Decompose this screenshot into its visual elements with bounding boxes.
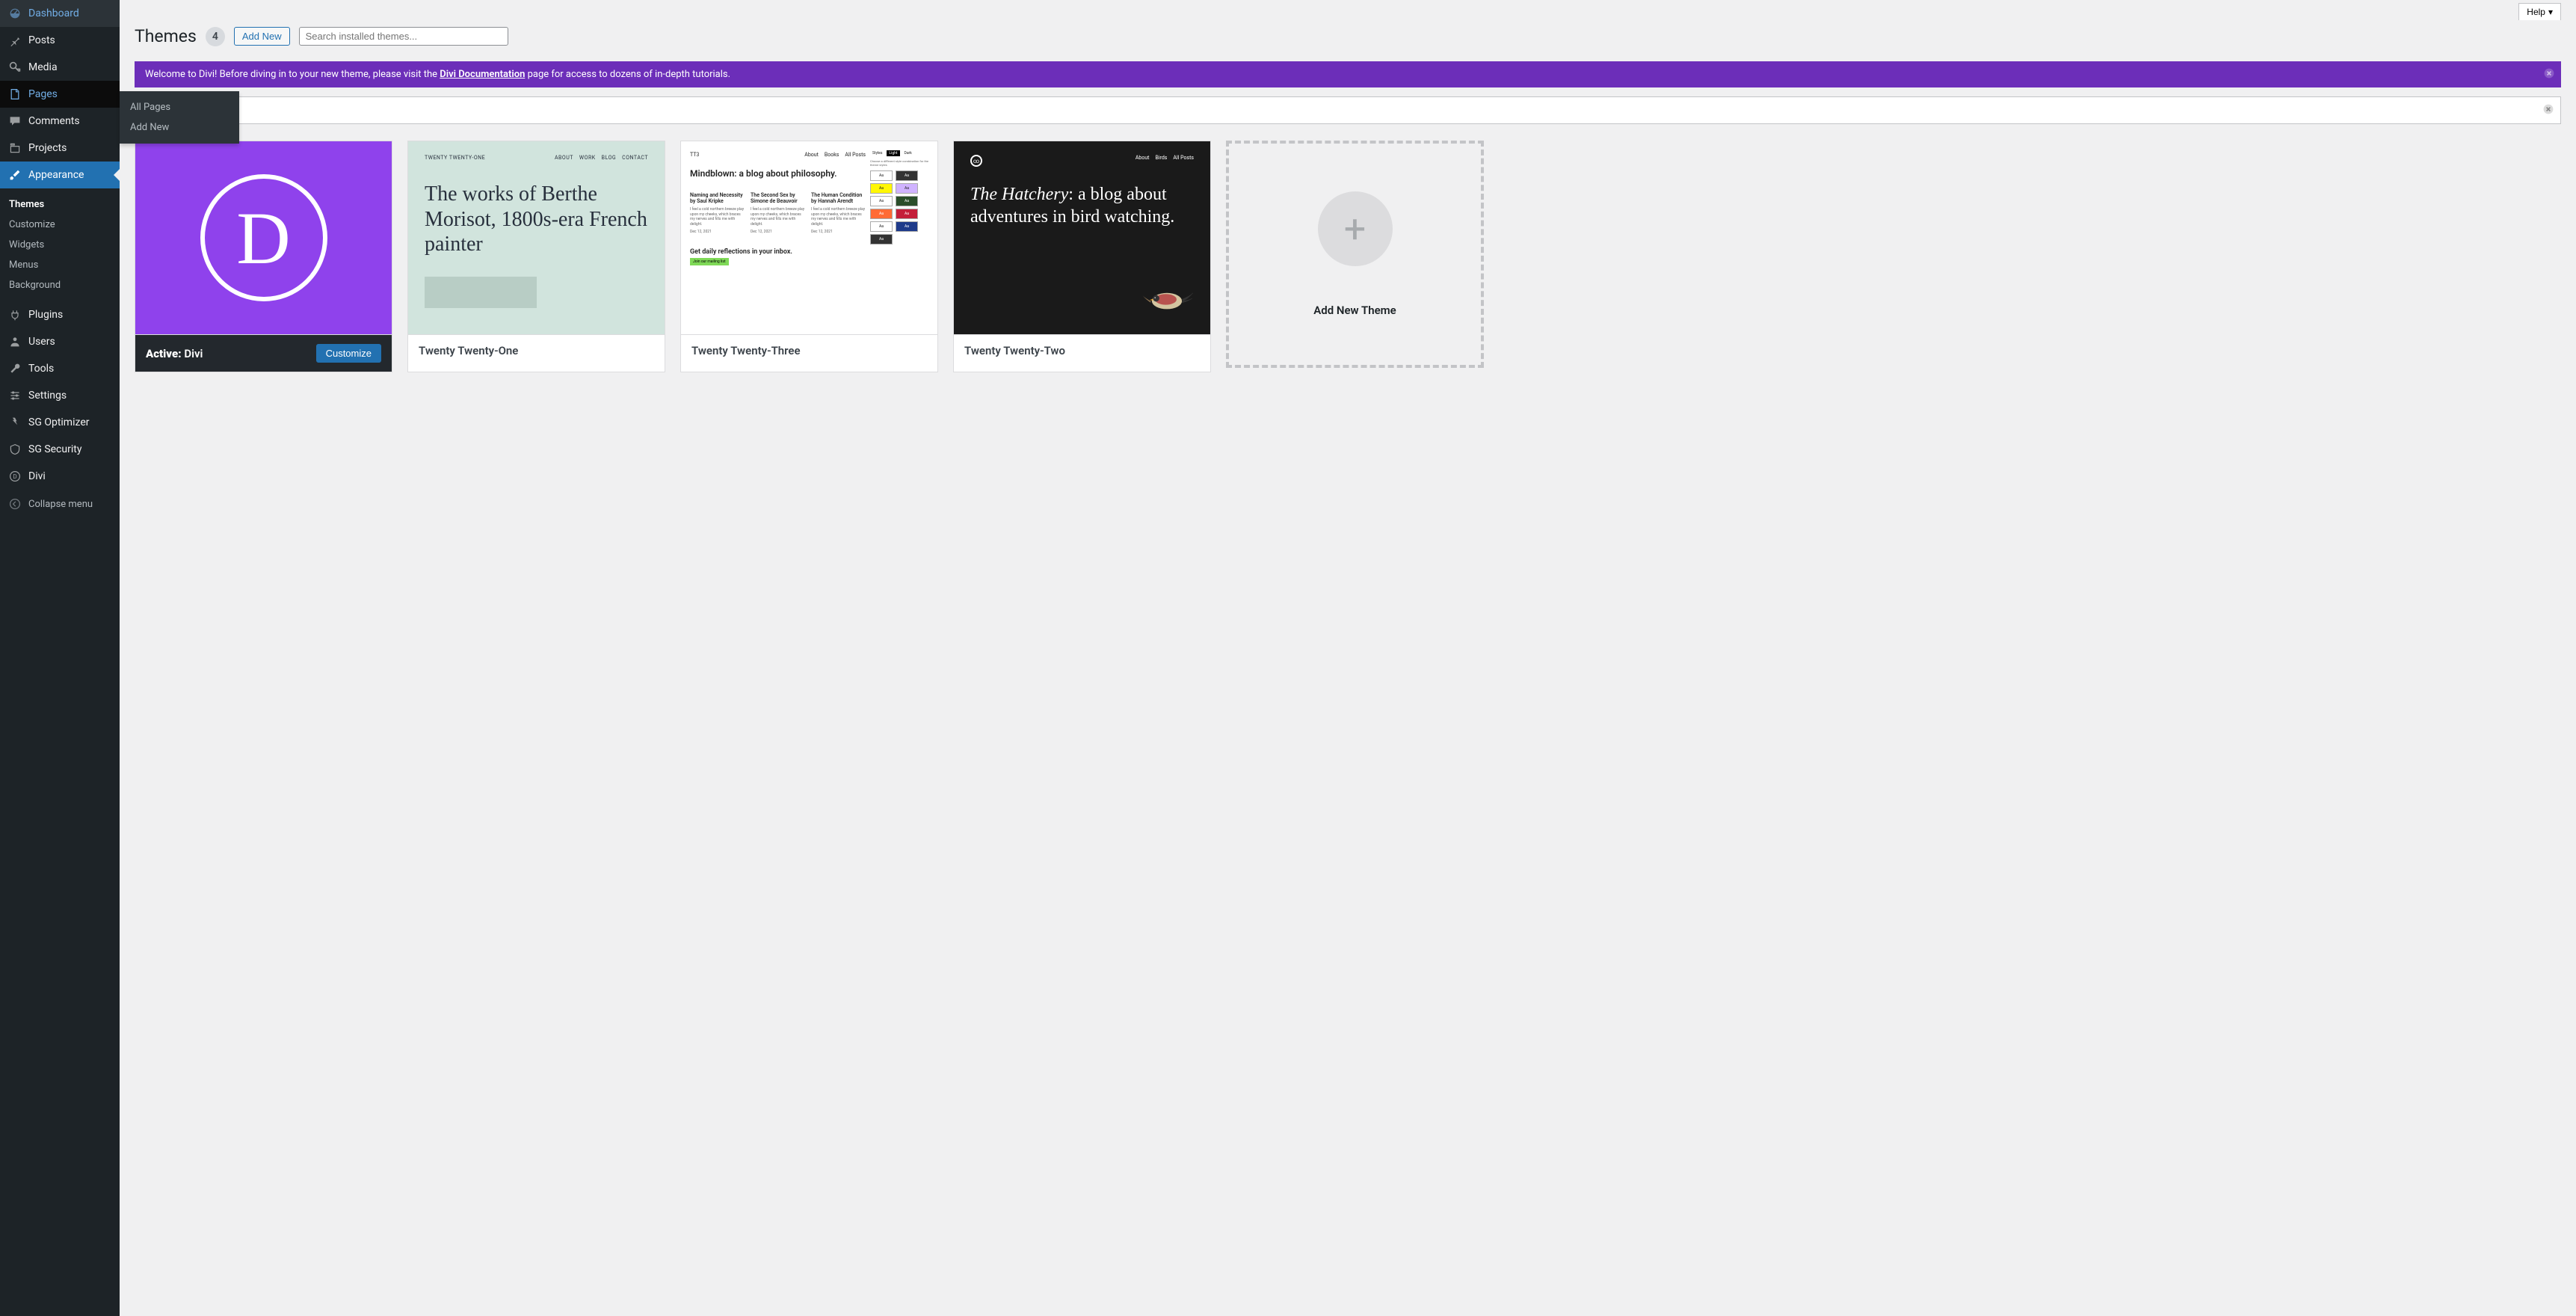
dismiss-notice-button[interactable] [2542,103,2554,118]
page-header: Themes 4 Add New [120,20,2576,61]
theme-card-twentytwentyone[interactable]: TWENTY TWENTY-ONE ABOUT WORK BLOG CONTAC… [407,141,665,372]
theme-activated-notice: d. Visit site [135,96,2561,124]
page-title: Themes [135,26,197,46]
dismiss-notice-button[interactable] [2543,67,2555,82]
theme-screenshot: ∞ About Birds All Posts The Hatchery: a … [954,141,1210,334]
add-new-button[interactable]: Add New [234,27,290,46]
dashboard-icon [7,6,22,21]
collapse-label: Collapse menu [28,499,93,510]
comment-icon [7,114,22,129]
menu-divi[interactable]: D Divi [0,463,120,490]
menu-label: SG Security [28,443,81,455]
menu-sg-optimizer[interactable]: SG Optimizer [0,409,120,436]
pin-icon [7,33,22,48]
menu-pages[interactable]: Pages [0,81,120,108]
user-icon [7,334,22,349]
menu-label: Projects [28,142,67,154]
menu-label: Settings [28,390,67,402]
page-icon [7,87,22,102]
theme-footer: Active: Divi Customize [135,334,392,372]
submenu-customize[interactable]: Customize [0,215,120,235]
admin-sidebar: Dashboard Posts Media Pages Comments Pro… [0,0,120,1316]
search-input[interactable] [299,27,508,46]
divi-welcome-notice: Welcome to Divi! Before diving in to you… [135,61,2561,87]
menu-label: Pages [28,88,58,100]
theme-card-twentytwentytwo[interactable]: ∞ About Birds All Posts The Hatchery: a … [953,141,1211,372]
sliders-icon [7,388,22,403]
submenu-menus[interactable]: Menus [0,255,120,275]
theme-name: Twenty Twenty-Three [691,344,801,357]
theme-count-badge: 4 [206,27,225,46]
menu-label: Media [28,61,58,73]
divi-logo: D [200,174,327,301]
theme-name: Twenty Twenty-Two [964,344,1065,357]
menu-label: Divi [28,470,46,482]
help-button[interactable]: Help ▾ [2518,3,2561,20]
menu-label: Plugins [28,309,63,321]
menu-media[interactable]: Media [0,54,120,81]
customize-button[interactable]: Customize [316,344,381,363]
collapse-icon [7,496,22,511]
theme-card-divi[interactable]: D Active: Divi Customize [135,141,392,372]
menu-label: Users [28,336,55,348]
menu-projects[interactable]: Projects [0,135,120,162]
theme-name: Twenty Twenty-One [419,344,518,357]
menu-dashboard[interactable]: Dashboard [0,0,120,27]
menu-plugins[interactable]: Plugins [0,301,120,328]
theme-footer: Twenty Twenty-Two [954,334,1210,366]
shield-icon [7,442,22,457]
theme-name: Active: Divi [146,347,203,360]
menu-label: Dashboard [28,7,79,19]
add-new-theme-label: Add New Theme [1313,304,1396,317]
menu-posts[interactable]: Posts [0,27,120,54]
top-bar: Help ▾ [120,0,2576,20]
menu-label: Comments [28,115,80,127]
menu-tools[interactable]: Tools [0,355,120,382]
brush-icon [7,167,22,182]
menu-users[interactable]: Users [0,328,120,355]
menu-appearance[interactable]: Appearance [0,162,120,188]
submenu-background[interactable]: Background [0,275,120,295]
menu-comments[interactable]: Comments [0,108,120,135]
plus-icon: + [1318,191,1393,266]
chevron-down-icon: ▾ [2548,7,2553,17]
theme-screenshot: TT3 About Books All Posts Mindblown: a b… [681,141,937,334]
collapse-menu[interactable]: Collapse menu [0,490,120,517]
projects-icon [7,141,22,156]
divi-docs-link[interactable]: Divi Documentation [440,69,525,80]
menu-label: SG Optimizer [28,416,89,428]
add-new-theme-card[interactable]: + Add New Theme [1226,141,1484,368]
plug-icon [7,307,22,322]
menu-sg-security[interactable]: SG Security [0,436,120,463]
theme-screenshot: TWENTY TWENTY-ONE ABOUT WORK BLOG CONTAC… [408,141,665,334]
main-content: Help ▾ Themes 4 Add New Welcome to Divi!… [120,0,2576,380]
menu-settings[interactable]: Settings [0,382,120,409]
themes-grid: D Active: Divi Customize TWENTY TWENTY-O… [120,133,2576,380]
theme-screenshot: D [135,141,392,334]
submenu-widgets[interactable]: Widgets [0,235,120,255]
theme-card-twentytwentythree[interactable]: TT3 About Books All Posts Mindblown: a b… [680,141,938,372]
appearance-submenu: Themes Customize Widgets Menus Backgroun… [0,188,120,301]
image-placeholder [425,277,537,308]
svg-text:D: D [13,473,16,480]
site-logo: ∞ [970,155,982,167]
menu-label: Appearance [28,169,84,181]
media-icon [7,60,22,75]
help-label: Help [2527,7,2545,17]
theme-footer: Twenty Twenty-One [408,334,665,366]
sg-optimizer-icon [7,415,22,430]
submenu-themes[interactable]: Themes [0,194,120,215]
divi-icon: D [7,469,22,484]
flyout-all-pages[interactable]: All Pages [120,97,239,117]
wrench-icon [7,361,22,376]
theme-footer: Twenty Twenty-Three [681,334,937,366]
pages-flyout: All Pages Add New [120,91,239,144]
notice-text: Welcome to Divi! Before diving in to you… [145,69,440,80]
menu-label: Tools [28,363,54,375]
menu-label: Posts [28,34,55,46]
notice-text-after: page for access to dozens of in-depth tu… [525,69,730,80]
bird-illustration [1140,280,1194,316]
style-swatches: StylesLightDark Choose a different style… [870,150,928,325]
flyout-add-new[interactable]: Add New [120,117,239,138]
